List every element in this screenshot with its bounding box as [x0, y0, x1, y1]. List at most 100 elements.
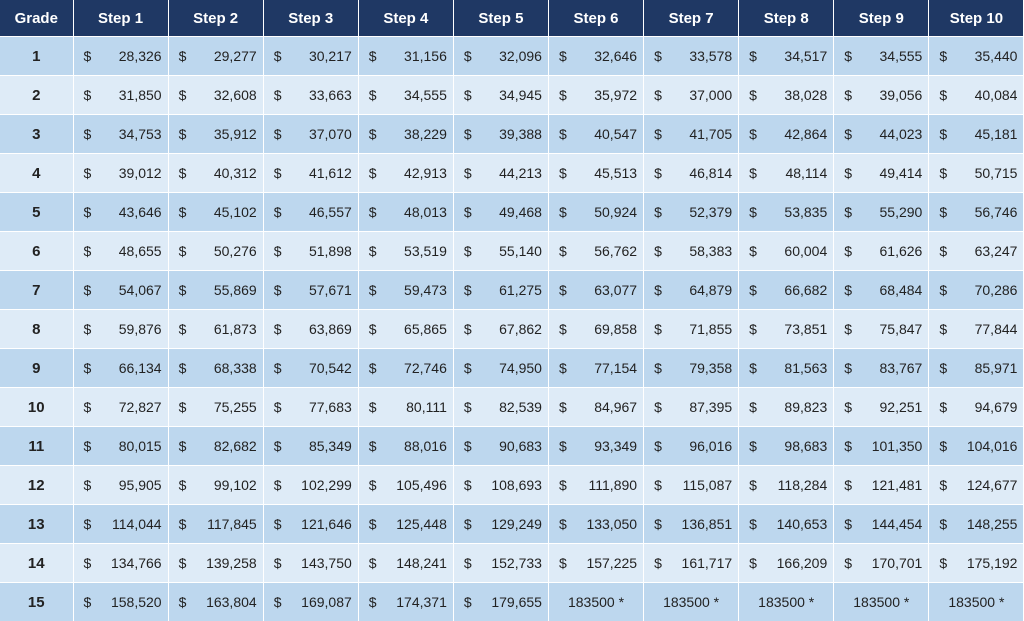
salary-value: 37,070: [309, 126, 352, 142]
currency-symbol: $: [749, 516, 757, 532]
salary-cell: $73,851: [739, 310, 834, 349]
salary-value: 34,555: [404, 87, 447, 103]
currency-symbol: $: [654, 321, 662, 337]
currency-symbol: $: [369, 321, 377, 337]
currency-symbol: $: [274, 477, 282, 493]
salary-value: 166,209: [777, 555, 828, 571]
table-row: 12$95,905$99,102$102,299$105,496$108,693…: [0, 466, 1024, 505]
currency-symbol: $: [84, 594, 92, 610]
salary-cell: $45,102: [168, 193, 263, 232]
salary-cell: $34,555: [834, 37, 929, 76]
salary-value: 43,646: [119, 204, 162, 220]
salary-value: 35,440: [975, 48, 1018, 64]
salary-cap-value: 183500 *: [758, 594, 814, 610]
salary-cell: $48,114: [739, 154, 834, 193]
currency-symbol: $: [84, 243, 92, 259]
currency-symbol: $: [654, 204, 662, 220]
table-row: 5$43,646$45,102$46,557$48,013$49,468$50,…: [0, 193, 1024, 232]
salary-cell: $63,247: [929, 232, 1024, 271]
currency-symbol: $: [559, 555, 567, 571]
salary-cell: $139,258: [168, 544, 263, 583]
currency-symbol: $: [84, 48, 92, 64]
salary-cell: $41,612: [263, 154, 358, 193]
salary-cell: $34,945: [453, 76, 548, 115]
salary-value: 161,717: [682, 555, 733, 571]
currency-symbol: $: [179, 594, 187, 610]
salary-cell: $70,286: [929, 271, 1024, 310]
salary-cell: $39,012: [73, 154, 168, 193]
currency-symbol: $: [844, 477, 852, 493]
grade-cell: 15: [0, 583, 73, 621]
currency-symbol: $: [464, 48, 472, 64]
currency-symbol: $: [369, 594, 377, 610]
salary-value: 29,277: [214, 48, 257, 64]
salary-cell: $102,299: [263, 466, 358, 505]
salary-cell: $40,084: [929, 76, 1024, 115]
salary-cell: $66,134: [73, 349, 168, 388]
currency-symbol: $: [369, 516, 377, 532]
salary-value: 70,286: [975, 282, 1018, 298]
salary-cell: $35,912: [168, 115, 263, 154]
salary-cell: $114,044: [73, 505, 168, 544]
currency-symbol: $: [844, 243, 852, 259]
salary-value: 34,945: [499, 87, 542, 103]
salary-cell: $49,414: [834, 154, 929, 193]
currency-symbol: $: [939, 48, 947, 64]
salary-value: 95,905: [119, 477, 162, 493]
salary-cell: 183500 *: [548, 583, 643, 621]
salary-cell: $92,251: [834, 388, 929, 427]
salary-value: 118,284: [778, 477, 828, 493]
salary-cell: $34,753: [73, 115, 168, 154]
salary-cell: $46,557: [263, 193, 358, 232]
currency-symbol: $: [559, 516, 567, 532]
currency-symbol: $: [179, 360, 187, 376]
salary-cell: $50,715: [929, 154, 1024, 193]
salary-value: 50,715: [975, 165, 1018, 181]
salary-cell: $59,876: [73, 310, 168, 349]
currency-symbol: $: [654, 87, 662, 103]
currency-symbol: $: [749, 48, 757, 64]
currency-symbol: $: [369, 243, 377, 259]
salary-cell: $101,350: [834, 427, 929, 466]
salary-cell: $163,804: [168, 583, 263, 621]
salary-value: 68,338: [214, 360, 257, 376]
currency-symbol: $: [559, 165, 567, 181]
salary-cell: 183500 *: [644, 583, 739, 621]
salary-value: 88,016: [404, 438, 447, 454]
salary-cell: $65,865: [358, 310, 453, 349]
salary-value: 41,612: [309, 165, 352, 181]
salary-cell: $60,004: [739, 232, 834, 271]
salary-value: 71,855: [689, 321, 732, 337]
column-header-step-10: Step 10: [929, 0, 1024, 37]
salary-value: 89,823: [784, 399, 827, 415]
currency-symbol: $: [274, 87, 282, 103]
salary-cell: $34,555: [358, 76, 453, 115]
salary-cell: $82,682: [168, 427, 263, 466]
salary-value: 99,102: [214, 477, 257, 493]
currency-symbol: $: [844, 282, 852, 298]
currency-symbol: $: [369, 555, 377, 571]
salary-value: 61,275: [499, 282, 542, 298]
salary-cell: $133,050: [548, 505, 643, 544]
salary-value: 108,693: [491, 477, 542, 493]
table-row: 10$72,827$75,255$77,683$80,111$82,539$84…: [0, 388, 1024, 427]
salary-cell: $175,192: [929, 544, 1024, 583]
salary-cell: $174,371: [358, 583, 453, 621]
salary-cell: $61,873: [168, 310, 263, 349]
salary-cell: $46,814: [644, 154, 739, 193]
currency-symbol: $: [84, 555, 92, 571]
currency-symbol: $: [654, 48, 662, 64]
salary-cap-value: 183500 *: [663, 594, 719, 610]
currency-symbol: $: [749, 321, 757, 337]
table-row: 1$28,326$29,277$30,217$31,156$32,096$32,…: [0, 37, 1024, 76]
currency-symbol: $: [274, 321, 282, 337]
salary-cell: 183500 *: [929, 583, 1024, 621]
salary-value: 55,869: [214, 282, 257, 298]
currency-symbol: $: [464, 555, 472, 571]
currency-symbol: $: [369, 477, 377, 493]
salary-cell: $53,519: [358, 232, 453, 271]
grade-cell: 13: [0, 505, 73, 544]
currency-symbol: $: [844, 399, 852, 415]
currency-symbol: $: [749, 438, 757, 454]
salary-cell: $39,388: [453, 115, 548, 154]
